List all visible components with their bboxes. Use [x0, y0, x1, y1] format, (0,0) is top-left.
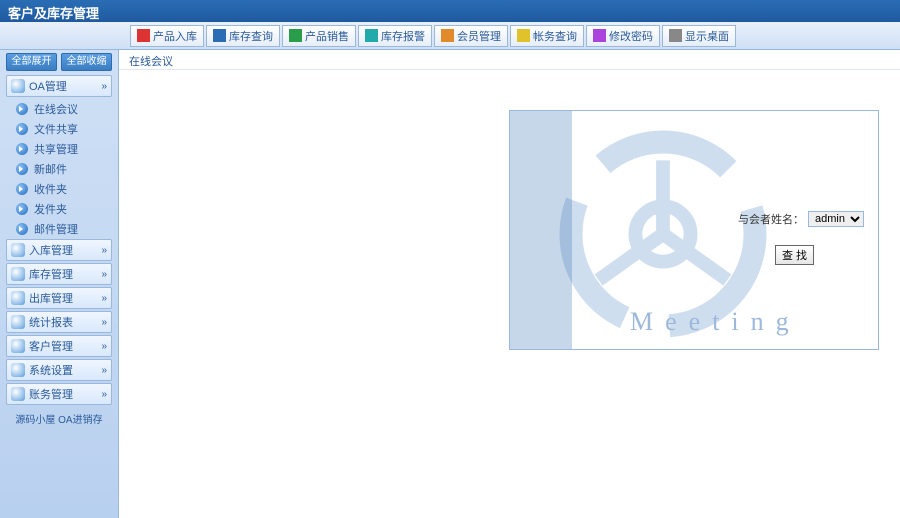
nav-group-label: OA管理: [29, 78, 67, 94]
nav-group-4[interactable]: 统计报表 »: [6, 311, 112, 333]
client-icon: [11, 339, 25, 353]
toolbar-label: 产品入库: [153, 28, 197, 44]
chevron-right-icon: »: [101, 81, 107, 92]
nav-group-label: 入库管理: [29, 242, 73, 258]
toolbar-btn-6[interactable]: 修改密码: [586, 25, 660, 47]
chevron-right-icon: »: [101, 293, 107, 304]
play-icon: [16, 143, 28, 155]
nav-group-5[interactable]: 客户管理 »: [6, 335, 112, 357]
toolbar-label: 帐务查询: [533, 28, 577, 44]
chevron-right-icon: »: [101, 389, 107, 400]
toolbar-btn-0[interactable]: 产品入库: [130, 25, 204, 47]
nav-group-1[interactable]: 入库管理 »: [6, 239, 112, 261]
nav-group-label: 统计报表: [29, 314, 73, 330]
nav-item-0-3[interactable]: 新邮件: [6, 159, 112, 179]
stock-icon: [11, 267, 25, 281]
main-area: 在线会议 Meeting 与会者姓名： admin 查 找: [118, 50, 900, 518]
toolbar-label: 库存查询: [229, 28, 273, 44]
alert-icon: [365, 29, 378, 42]
nav-group-0[interactable]: OA管理 »: [6, 75, 112, 97]
desktop-icon: [669, 29, 682, 42]
meeting-panel: Meeting 与会者姓名： admin 查 找: [509, 110, 879, 350]
nav-group-3[interactable]: 出库管理 »: [6, 287, 112, 309]
nav-group-6[interactable]: 系统设置 »: [6, 359, 112, 381]
nav-item-label: 发件夹: [34, 201, 67, 217]
nav-item-0-1[interactable]: 文件共享: [6, 119, 112, 139]
nav-item-label: 邮件管理: [34, 221, 78, 237]
chevron-right-icon: »: [101, 365, 107, 376]
attendee-label: 与会者姓名：: [738, 211, 804, 227]
out-icon: [11, 291, 25, 305]
in-icon: [11, 243, 25, 257]
cursor-icon: [11, 79, 25, 93]
nav-item-label: 新邮件: [34, 161, 67, 177]
search-button[interactable]: 查 找: [775, 245, 814, 265]
chevron-right-icon: »: [101, 269, 107, 280]
nav-item-label: 收件夹: [34, 181, 67, 197]
nav-item-0-2[interactable]: 共享管理: [6, 139, 112, 159]
footer-note: 源码小屋 OA进销存: [6, 411, 112, 426]
chevron-right-icon: »: [101, 245, 107, 256]
toolbar-btn-7[interactable]: 显示桌面: [662, 25, 736, 47]
toolbar-label: 显示桌面: [685, 28, 729, 44]
nav-item-0-5[interactable]: 发件夹: [6, 199, 112, 219]
nav-item-0-4[interactable]: 收件夹: [6, 179, 112, 199]
play-icon: [16, 163, 28, 175]
nav-group-label: 账务管理: [29, 386, 73, 402]
nav-item-label: 共享管理: [34, 141, 78, 157]
nav-item-label: 文件共享: [34, 121, 78, 137]
expand-all-button[interactable]: 全部展开: [6, 53, 57, 71]
nav-group-label: 系统设置: [29, 362, 73, 378]
breadcrumb: 在线会议: [119, 50, 900, 70]
toolbar-label: 修改密码: [609, 28, 653, 44]
play-icon: [16, 103, 28, 115]
chevron-right-icon: »: [101, 341, 107, 352]
toolbar-label: 库存报警: [381, 28, 425, 44]
toolbar-btn-3[interactable]: 库存报警: [358, 25, 432, 47]
nav-group-label: 出库管理: [29, 290, 73, 306]
nav-group-2[interactable]: 库存管理 »: [6, 263, 112, 285]
toolbar-btn-5[interactable]: 帐务查询: [510, 25, 584, 47]
nav-group-label: 库存管理: [29, 266, 73, 282]
nav-group-7[interactable]: 账务管理 »: [6, 383, 112, 405]
nav-group-label: 客户管理: [29, 338, 73, 354]
toolbar-btn-4[interactable]: 会员管理: [434, 25, 508, 47]
title-bar: 客户及库存管理: [0, 0, 900, 22]
arrow-left-icon: [289, 29, 302, 42]
user-icon: [441, 29, 454, 42]
toolbar-btn-2[interactable]: 产品销售: [282, 25, 356, 47]
book-icon: [517, 29, 530, 42]
nav-item-0-6[interactable]: 邮件管理: [6, 219, 112, 239]
watermark-text: Meeting: [630, 307, 801, 337]
account-icon: [11, 387, 25, 401]
chevron-right-icon: »: [101, 317, 107, 328]
nav-item-label: 在线会议: [34, 101, 78, 117]
lock-icon: [593, 29, 606, 42]
toolbar-label: 会员管理: [457, 28, 501, 44]
toolbar-btn-1[interactable]: 库存查询: [206, 25, 280, 47]
play-icon: [16, 223, 28, 235]
toolbar-label: 产品销售: [305, 28, 349, 44]
search-icon: [213, 29, 226, 42]
sidebar: 全部展开 全部收缩 OA管理 » 在线会议文件共享共享管理新邮件收件夹发件夹邮件管理…: [0, 50, 118, 518]
play-icon: [16, 203, 28, 215]
chart-icon: [11, 315, 25, 329]
nav-item-0-0[interactable]: 在线会议: [6, 99, 112, 119]
arrow-right-icon: [137, 29, 150, 42]
attendee-select[interactable]: admin: [808, 211, 864, 227]
play-icon: [16, 183, 28, 195]
gear-icon: [11, 363, 25, 377]
collapse-all-button[interactable]: 全部收缩: [61, 53, 112, 71]
play-icon: [16, 123, 28, 135]
app-title: 客户及库存管理: [8, 6, 99, 21]
toolbar: 产品入库 库存查询 产品销售 库存报警 会员管理 帐务查询 修改密码 显示桌面: [0, 22, 900, 50]
